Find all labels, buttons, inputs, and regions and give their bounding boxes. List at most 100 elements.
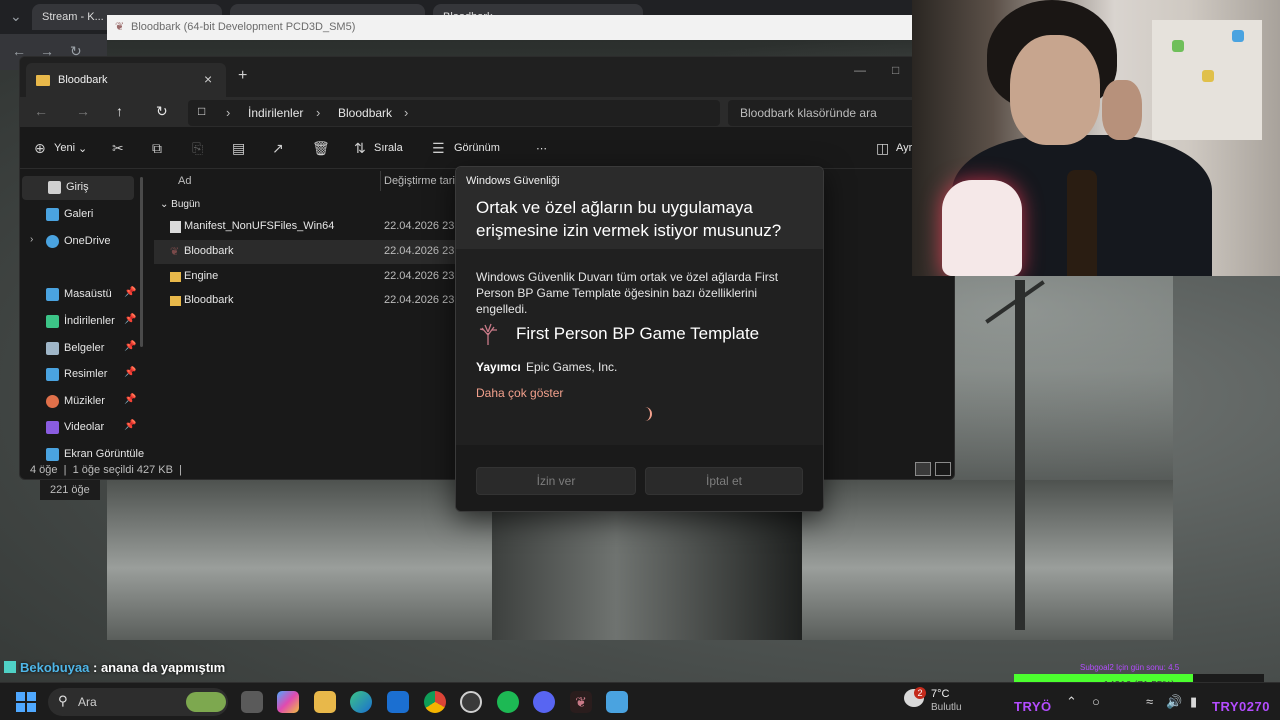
spotify-icon[interactable]: [497, 691, 519, 713]
weather-condition[interactable]: Bulutlu: [931, 702, 962, 713]
bloodbark-app-icon[interactable]: ❦: [570, 691, 592, 713]
details-pane-button[interactable]: Ayr: [896, 142, 912, 154]
folder-icon: [170, 296, 181, 306]
chevron-right-icon[interactable]: ›: [226, 105, 230, 120]
chevron-right-icon[interactable]: ›: [404, 105, 408, 120]
maximize-icon[interactable]: □: [892, 63, 899, 77]
new-icon[interactable]: ⊕: [34, 140, 46, 157]
bottle: [1067, 170, 1097, 276]
chevron-right-icon[interactable]: ›: [30, 234, 33, 245]
item-count: 4 öğe: [30, 464, 58, 476]
more-options-button[interactable]: ⋯: [536, 142, 547, 155]
sidebar-item-pictures[interactable]: Resimler 📌: [20, 363, 150, 387]
sidebar-item-music[interactable]: Müzikler 📌: [20, 390, 150, 414]
file-name: Engine: [184, 270, 219, 282]
weather-badge: 2: [914, 687, 926, 699]
explorer-navbar: ← → ↑ ↻ □ › İndirilenler › Bloodbark › B…: [20, 97, 954, 127]
minimize-icon[interactable]: —: [854, 63, 866, 77]
overlay-tag-left: TRYÖ: [1014, 699, 1052, 714]
new-button[interactable]: Yeni: [54, 142, 75, 154]
taskbar-search[interactable]: ⚲ Ara: [48, 688, 228, 716]
game-window-titlebar[interactable]: ❦ Bloodbark (64-bit Development PCD3D_SM…: [107, 15, 913, 40]
wifi-icon[interactable]: ≈: [1146, 694, 1153, 709]
view-icon[interactable]: ☰: [432, 140, 445, 157]
sidebar-item-home[interactable]: Giriş: [22, 176, 134, 200]
weather-temperature[interactable]: 7°C: [931, 688, 949, 700]
back-icon[interactable]: ←: [34, 103, 48, 119]
start-button[interactable]: [16, 692, 36, 712]
delete-icon[interactable]: 🗑: [312, 140, 330, 157]
sidebar-item-label: OneDrive: [64, 235, 111, 247]
tab-list-icon[interactable]: ⌄: [10, 8, 22, 25]
explorer-tab[interactable]: Bloodbark ×: [26, 63, 226, 97]
loading-spinner: [640, 407, 652, 421]
edge-icon[interactable]: [350, 691, 372, 713]
paste-icon[interactable]: ⎘: [192, 140, 203, 157]
rename-icon[interactable]: ▤: [232, 140, 245, 157]
volume-icon[interactable]: 🔊: [1166, 694, 1182, 710]
github-desktop-icon[interactable]: [460, 691, 482, 713]
chevron-down-icon[interactable]: ⌄: [78, 142, 87, 155]
breadcrumb-downloads[interactable]: İndirilenler: [248, 106, 303, 120]
file-name: Manifest_NonUFSFiles_Win64: [184, 220, 335, 232]
column-header-date[interactable]: Değiştirme tarihi: [384, 175, 463, 187]
address-bar[interactable]: □ › İndirilenler › Bloodbark ›: [188, 100, 720, 126]
tree-app-icon: [479, 323, 497, 345]
search-highlight-art: [186, 692, 226, 712]
discord-icon[interactable]: [533, 691, 555, 713]
app-window-icon[interactable]: [606, 691, 628, 713]
cancel-button[interactable]: İptal et: [645, 467, 803, 495]
game-window-title: Bloodbark (64-bit Development PCD3D_SM5): [131, 21, 356, 33]
forward-icon[interactable]: →: [76, 103, 90, 119]
sort-icon[interactable]: ⇅: [354, 140, 366, 157]
chrome-icon[interactable]: [424, 691, 446, 713]
pin-icon[interactable]: 📌: [124, 287, 136, 298]
pin-icon[interactable]: 📌: [124, 394, 136, 405]
pin-icon[interactable]: 📌: [124, 420, 136, 431]
cut-icon[interactable]: ✂: [112, 140, 124, 157]
sidebar-item-onedrive[interactable]: › OneDrive: [20, 230, 150, 254]
sort-button[interactable]: Sırala: [374, 142, 403, 154]
column-header-name[interactable]: Ad: [178, 175, 191, 187]
new-tab-icon[interactable]: +: [238, 67, 247, 85]
tray-overflow-icon[interactable]: ⌃: [1066, 694, 1077, 710]
breadcrumb-bloodbark[interactable]: Bloodbark: [338, 106, 392, 120]
view-button[interactable]: Görünüm: [454, 142, 500, 154]
sidebar-item-documents[interactable]: Belgeler 📌: [20, 337, 150, 361]
file-explorer-icon[interactable]: [314, 691, 336, 713]
sidebar-item-desktop[interactable]: Masaüstü 📌: [20, 283, 150, 307]
sidebar-scrollbar[interactable]: [140, 177, 143, 347]
pin-icon[interactable]: 📌: [124, 314, 136, 325]
pin-icon[interactable]: 📌: [124, 341, 136, 352]
windows-logo-icon: [16, 692, 25, 701]
sidebar-item-downloads[interactable]: İndirilenler 📌: [20, 310, 150, 334]
chat-username: Bekobuyaa: [20, 660, 90, 675]
publisher-label: Yayımcı: [476, 360, 521, 374]
pin-icon[interactable]: 📌: [124, 367, 136, 378]
tiles-view-button[interactable]: [935, 462, 951, 476]
group-header[interactable]: ⌄ Bugün: [160, 199, 200, 210]
outlook-icon[interactable]: [387, 691, 409, 713]
battery-icon[interactable]: ▮: [1190, 694, 1197, 710]
copy-icon[interactable]: ⧉: [152, 140, 162, 157]
home-icon: [48, 181, 61, 194]
refresh-icon[interactable]: ↻: [156, 103, 168, 120]
sidebar-item-videos[interactable]: Videolar 📌: [20, 416, 150, 440]
details-pane-icon[interactable]: ◫: [876, 140, 889, 157]
show-more-link[interactable]: Daha çok göster: [476, 386, 563, 400]
task-view-icon[interactable]: [241, 691, 263, 713]
sidebar-item-gallery[interactable]: Galeri: [20, 203, 150, 227]
bare-tree: [1015, 280, 1025, 630]
copilot-icon[interactable]: [277, 691, 299, 713]
allow-button[interactable]: İzin ver: [476, 467, 636, 495]
details-view-button[interactable]: [915, 462, 931, 476]
chevron-right-icon[interactable]: ›: [316, 105, 320, 120]
up-icon[interactable]: ↑: [116, 103, 123, 119]
wall-sticker: [1202, 70, 1214, 82]
dialog-footer: İzin ver İptal et: [456, 445, 823, 511]
close-tab-icon[interactable]: ×: [204, 71, 212, 87]
column-divider[interactable]: [380, 171, 381, 191]
tray-app-icon[interactable]: ○: [1092, 694, 1100, 709]
firewall-dialog: Windows Güvenliği Ortak ve özel ağların …: [455, 166, 824, 512]
share-icon[interactable]: ↗: [272, 140, 284, 157]
